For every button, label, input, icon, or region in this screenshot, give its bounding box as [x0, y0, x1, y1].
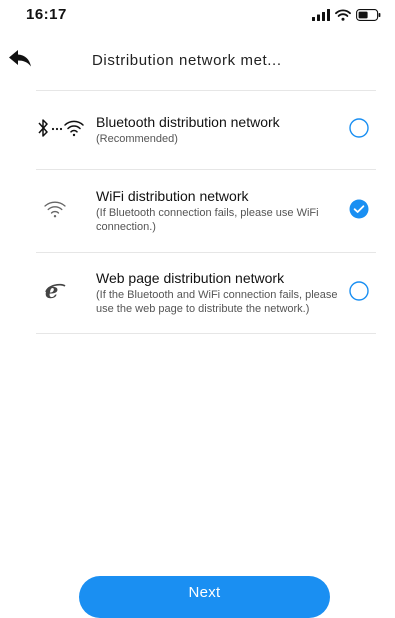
option-wifi[interactable]: WiFi distribution network (If Bluetooth … [36, 170, 376, 252]
option-text: Web page distribution network (If the Bl… [96, 270, 348, 316]
radio-selected[interactable] [348, 199, 370, 224]
status-bar: 16:17 [0, 0, 395, 30]
option-icon [36, 200, 96, 223]
wifi-icon [44, 200, 66, 223]
option-subtitle: (Recommended) [96, 133, 178, 145]
next-button-label: Next [188, 583, 221, 601]
back-arrow-icon [8, 48, 32, 73]
option-subtitle: (If Bluetooth connection fails, please u… [96, 207, 319, 233]
distribution-options-list: Bluetooth distribution network (Recommen… [36, 90, 376, 334]
option-icon: e [36, 278, 96, 307]
next-button[interactable]: Next [79, 576, 330, 618]
radio-unselected[interactable] [348, 280, 370, 306]
browser-e-icon: e [44, 278, 66, 307]
option-icon [36, 117, 96, 144]
status-icons [312, 8, 381, 26]
cellular-signal-icon [312, 8, 330, 26]
battery-icon [356, 8, 381, 26]
wifi-icon [335, 8, 351, 26]
page-title: Distribution network met... [92, 52, 282, 69]
check-circle-icon [349, 199, 369, 224]
radio-circle-icon [349, 117, 369, 143]
status-time: 16:17 [26, 6, 67, 23]
option-webpage[interactable]: e Web page distribution network (If the … [36, 253, 376, 333]
back-button[interactable] [6, 48, 34, 72]
option-title: Web page distribution network [96, 270, 285, 286]
option-text: Bluetooth distribution network (Recommen… [96, 114, 348, 146]
radio-circle-icon [349, 280, 369, 306]
option-text: WiFi distribution network (If Bluetooth … [96, 188, 348, 234]
radio-unselected[interactable] [348, 117, 370, 143]
option-bluetooth[interactable]: Bluetooth distribution network (Recommen… [36, 91, 376, 169]
divider [36, 333, 376, 334]
option-title: Bluetooth distribution network [96, 114, 280, 130]
bluetooth-wifi-icon [36, 117, 94, 144]
header: Distribution network met... [0, 30, 395, 90]
option-subtitle: (If the Bluetooth and WiFi connection fa… [96, 289, 338, 315]
option-title: WiFi distribution network [96, 188, 249, 204]
